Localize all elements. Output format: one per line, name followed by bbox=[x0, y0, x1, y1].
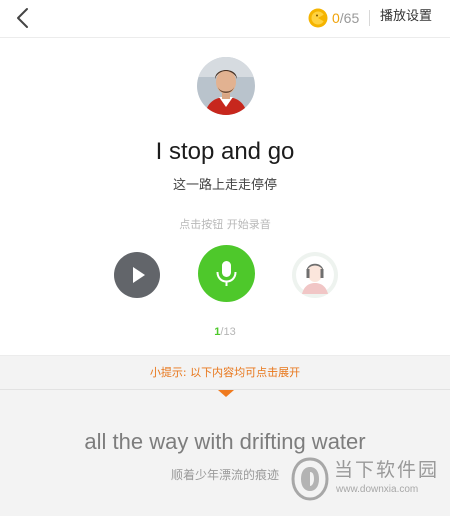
current-sentence-english: I stop and go bbox=[155, 138, 295, 165]
play-icon bbox=[133, 267, 145, 283]
coin-total: /65 bbox=[339, 10, 360, 26]
header-divider bbox=[369, 10, 370, 26]
watermark-logo-icon bbox=[291, 457, 329, 501]
avatar-portrait-icon bbox=[197, 57, 255, 115]
caret-down-icon bbox=[218, 390, 234, 397]
record-hint: 点击按钮 开始录音 bbox=[179, 218, 271, 231]
current-sentence-chinese: 这一路上走走停停 bbox=[172, 178, 277, 193]
play-original-button[interactable] bbox=[114, 252, 160, 298]
playback-settings-button[interactable]: 播放设置 bbox=[380, 8, 432, 26]
microphone-icon bbox=[216, 261, 237, 286]
pager-total: /13 bbox=[220, 326, 236, 338]
record-button[interactable] bbox=[198, 245, 255, 302]
watermark-url: www.downxia.com bbox=[336, 484, 419, 495]
coin-icon bbox=[308, 8, 328, 28]
user-avatar-icon bbox=[296, 256, 334, 294]
site-watermark: 当下软件园 www.downxia.com bbox=[290, 456, 440, 504]
next-sentence-english[interactable]: all the way with drifting water bbox=[0, 428, 450, 456]
chevron-left-icon bbox=[17, 8, 28, 28]
coin-count: 0/65 bbox=[332, 10, 359, 26]
back-button[interactable] bbox=[10, 5, 36, 31]
sentence-pager: 1/13 bbox=[0, 325, 450, 339]
coin-current: 0 bbox=[332, 10, 340, 26]
speaker-avatar bbox=[197, 57, 255, 115]
tip-text: 小提示: 以下内容均可点击展开 bbox=[149, 366, 301, 379]
coin-counter: 0/65 bbox=[308, 7, 359, 29]
top-bar: 0/65 播放设置 bbox=[0, 0, 450, 38]
watermark-name: 当下软件园 bbox=[334, 459, 440, 481]
tip-bar[interactable]: 小提示: 以下内容均可点击展开 bbox=[0, 355, 450, 390]
my-recording-button[interactable] bbox=[292, 252, 338, 298]
